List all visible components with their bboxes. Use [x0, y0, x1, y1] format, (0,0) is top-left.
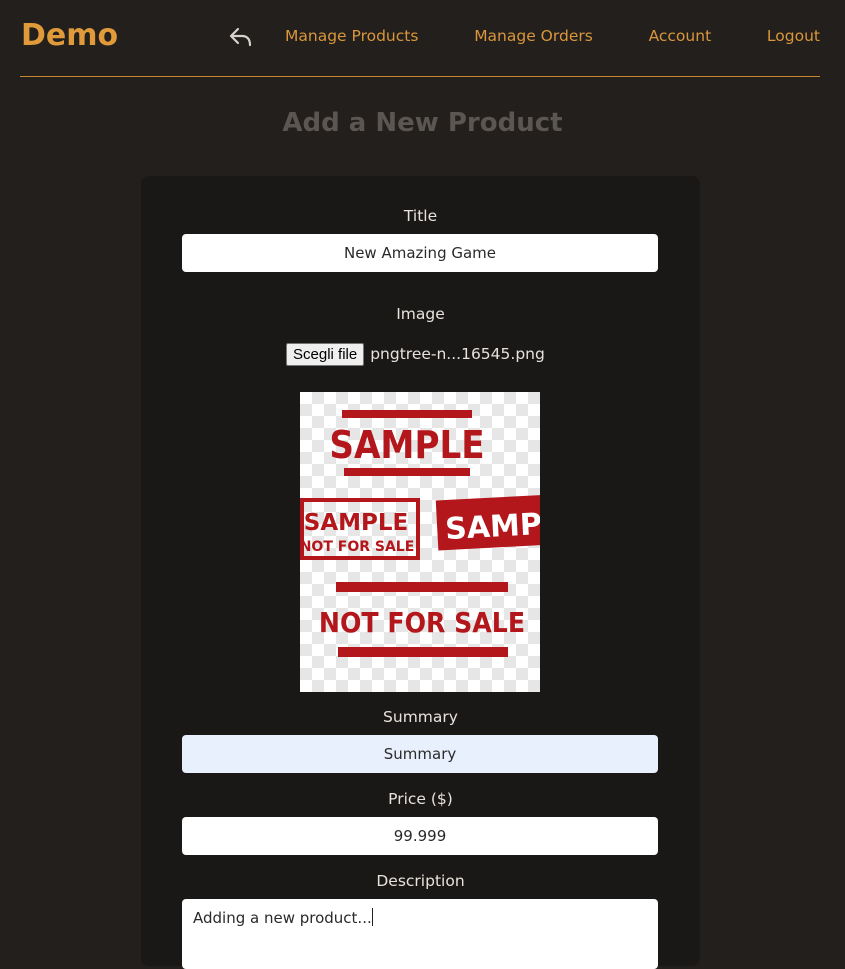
- stamp-text-3: SAMPLE: [444, 505, 540, 547]
- nav-links: Manage Products Manage Orders Account Lo…: [285, 27, 820, 45]
- image-label: Image: [396, 305, 445, 323]
- add-product-form: Title Image Scegli file pngtree-n...1654…: [141, 176, 700, 969]
- stamp-text-2a: SAMPLE: [304, 510, 408, 536]
- stamp-text-2b: NOT FOR SALE: [300, 539, 414, 555]
- preview-sample-stamps: SAMPLE SAMPLE NOT FOR SALE SAMPLE NOT FO…: [300, 410, 540, 657]
- nav-logout[interactable]: Logout: [767, 27, 820, 45]
- nav-manage-orders[interactable]: Manage Orders: [474, 27, 593, 45]
- stamp-text-4: NOT FOR SALE: [319, 606, 525, 639]
- choose-file-button[interactable]: Scegli file: [286, 342, 365, 366]
- summary-label: Summary: [383, 708, 458, 726]
- top-navbar: Demo Manage Products Manage Orders Accou…: [20, 0, 820, 77]
- description-text: Adding a new product...: [193, 909, 372, 927]
- summary-input[interactable]: [182, 735, 658, 773]
- back-button[interactable]: [228, 24, 254, 50]
- price-input[interactable]: [182, 817, 658, 855]
- nav-account[interactable]: Account: [649, 27, 712, 45]
- title-input[interactable]: [182, 234, 658, 272]
- file-picker: Scegli file pngtree-n...16545.png: [286, 342, 545, 366]
- reply-arrow-icon: [229, 27, 252, 47]
- description-textarea[interactable]: Adding a new product...: [182, 899, 658, 969]
- nav-manage-products[interactable]: Manage Products: [285, 27, 418, 45]
- description-label: Description: [376, 872, 465, 890]
- price-label: Price ($): [388, 790, 453, 808]
- brand-logo[interactable]: Demo: [21, 18, 118, 53]
- text-caret: [371, 908, 373, 926]
- title-label: Title: [403, 207, 438, 225]
- stamp-text-1: SAMPLE: [329, 423, 484, 467]
- selected-file-name: pngtree-n...16545.png: [370, 345, 545, 363]
- image-preview: SAMPLE SAMPLE NOT FOR SALE SAMPLE NOT FO…: [300, 392, 540, 692]
- page-title: Add a New Product: [282, 108, 563, 138]
